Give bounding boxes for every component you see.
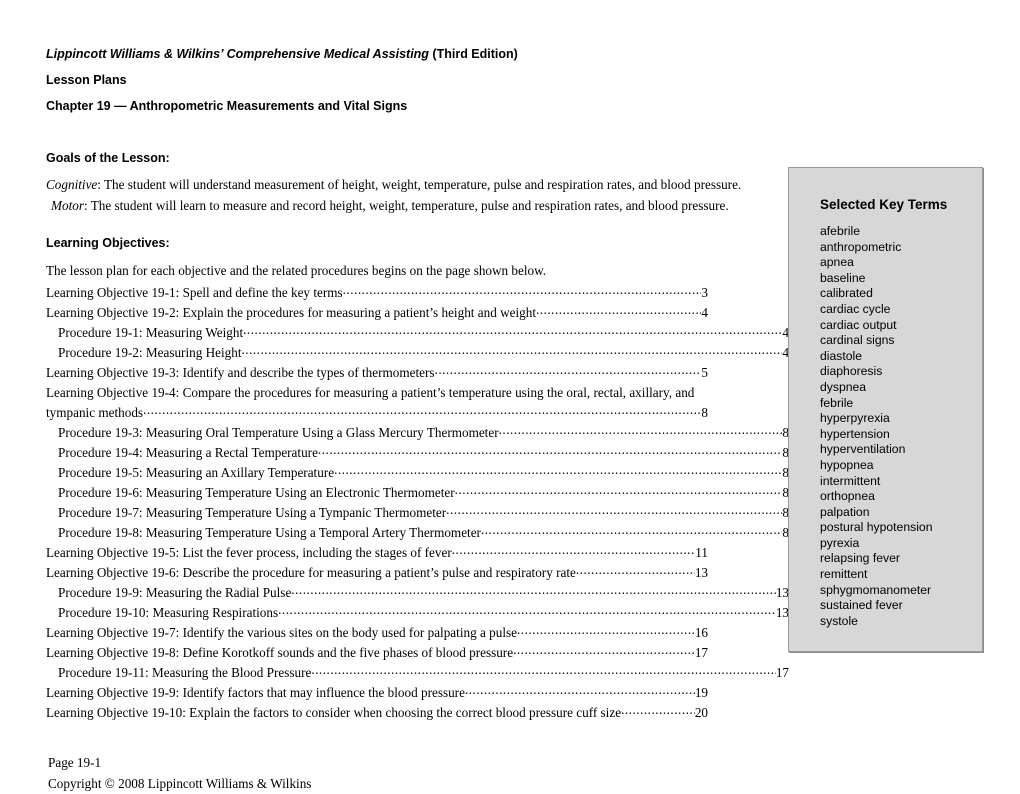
toc-entry-label: Learning Objective 19-7: Identify the va… (46, 625, 517, 640)
key-term: febrile (820, 395, 854, 410)
toc-leader-dots (291, 580, 776, 600)
goal-cognitive-text: : The student will understand measuremen… (97, 177, 742, 192)
toc-leader-dots (241, 340, 782, 360)
toc-entry[interactable]: Learning Objective 19-3: Identify and de… (46, 363, 708, 383)
toc-entry-label: Procedure 19-11: Measuring the Blood Pre… (58, 665, 312, 680)
goal-motor: Motor: The student will learn to measure… (46, 195, 746, 216)
toc-leader-dots (446, 500, 782, 520)
toc-page-number: 11 (695, 545, 708, 560)
toc-leader-dots (576, 560, 695, 580)
key-term: cardiac cycle (820, 301, 891, 316)
book-title: Lippincott Williams & Wilkins’ Comprehen… (46, 47, 429, 61)
goals-heading: Goals of the Lesson: (46, 151, 170, 165)
toc-leader-dots (318, 440, 782, 460)
lesson-plan-page: Lippincott Williams & Wilkins’ Comprehen… (0, 0, 1020, 791)
toc-entry-label: Learning Objective 19-5: List the fever … (46, 545, 452, 560)
key-term: hypopnea (820, 457, 874, 472)
key-term: systole (820, 613, 858, 628)
toc-leader-dots (517, 620, 695, 640)
key-term: apnea (820, 255, 854, 270)
toc-entry-label: Learning Objective 19-3: Identify and de… (46, 365, 435, 380)
toc-entry[interactable]: Learning Objective 19-10: Explain the fa… (46, 703, 708, 723)
key-term: hyperventilation (820, 442, 906, 457)
key-term: hyperpyrexia (820, 411, 890, 426)
key-term: intermittent (820, 473, 881, 488)
goal-motor-label: Motor (51, 198, 84, 213)
key-term: afebrile (820, 224, 860, 238)
key-term: diastole (820, 348, 863, 363)
toc-page-number: 16 (694, 625, 708, 640)
toc-leader-dots (343, 280, 702, 300)
toc-entry[interactable]: Learning Objective 19-4: Compare the pro… (46, 383, 708, 423)
toc-leader-dots (243, 320, 782, 340)
goal-cognitive: Cognitive: The student will understand m… (46, 174, 746, 195)
toc-page-number: 20 (694, 705, 708, 720)
toc-page-number: 17 (775, 665, 789, 680)
learning-objectives-intro: The lesson plan for each objective and t… (46, 263, 547, 278)
toc-leader-dots (452, 540, 696, 560)
goal-motor-text: : The student will learn to measure and … (83, 198, 729, 213)
toc-entry-label-continued: tympanic methods (46, 405, 144, 420)
key-term: diaphoresis (820, 364, 883, 379)
key-term: remittent (820, 567, 868, 582)
toc-entry-label: Learning Objective 19-9: Identify factor… (46, 685, 465, 700)
key-terms-list: afebrile anthropometric apnea baseline calib… (820, 224, 932, 629)
toc-leader-dots (455, 480, 783, 500)
toc-page-number: 5 (701, 365, 708, 380)
toc-leader-dots (536, 300, 701, 320)
toc-entry-label: Procedure 19-1: Measuring Weight (58, 325, 244, 340)
key-term: palpation (820, 504, 870, 519)
key-term: relapsing fever (820, 551, 900, 566)
toc-leader-dots (513, 640, 695, 660)
toc-leader-dots (143, 400, 701, 420)
footer-page-label: Page 19-1 (48, 755, 102, 770)
toc-leader-dots (435, 360, 702, 380)
toc-leader-dots (465, 680, 695, 700)
key-term: sustained fever (820, 598, 903, 613)
goals-body: Cognitive: The student will understand m… (46, 174, 746, 216)
table-of-contents: Learning Objective 19-1: Spell and defin… (46, 280, 789, 723)
book-edition: (Third Edition) (428, 47, 518, 61)
selected-key-terms-box: Selected Key Terms afebrile anthropometri… (788, 167, 983, 652)
learning-objectives-heading: Learning Objectives: (46, 236, 170, 250)
document-header: Lippincott Williams & Wilkins’ Comprehen… (46, 48, 766, 113)
toc-leader-dots (481, 520, 782, 540)
toc-entry-label: Procedure 19-5: Measuring an Axillary Te… (58, 465, 335, 480)
key-term: pyrexia (820, 535, 860, 550)
key-term: cardinal signs (820, 333, 895, 348)
toc-entry-label: Procedure 19-4: Measuring a Rectal Tempe… (58, 445, 318, 460)
toc-entry-label: Learning Objective 19-1: Spell and defin… (46, 285, 343, 300)
toc-leader-dots (278, 600, 776, 620)
key-term: postural hypotension (820, 520, 933, 535)
key-term: dyspnea (820, 379, 867, 394)
toc-leader-dots (334, 460, 782, 480)
toc-entry-label: Learning Objective 19-10: Explain the fa… (46, 705, 622, 720)
toc-page-number: 3 (701, 285, 708, 300)
footer-copyright: Copyright © 2008 Lippincott Williams & W… (48, 776, 312, 791)
document-type: Lesson Plans (46, 72, 127, 87)
key-term: baseline (820, 270, 866, 285)
key-term: orthopnea (820, 489, 875, 504)
goal-cognitive-label: Cognitive (46, 177, 98, 192)
toc-entry-label: Procedure 19-8: Measuring Temperature Us… (58, 525, 481, 540)
toc-leader-dots (621, 700, 695, 720)
toc-entry-label: Procedure 19-10: Measuring Respirations (58, 605, 279, 620)
toc-entry-label: Procedure 19-7: Measuring Temperature Us… (58, 505, 447, 520)
toc-entry-label: Procedure 19-2: Measuring Height (58, 345, 242, 360)
toc-leader-dots (311, 660, 775, 680)
key-term: hypertension (820, 426, 890, 441)
key-term: cardiac output (820, 317, 897, 332)
key-terms-title: Selected Key Terms (820, 197, 948, 212)
key-term: calibrated (820, 286, 873, 301)
book-title-line: Lippincott Williams & Wilkins’ Comprehen… (46, 48, 766, 61)
toc-entry-label: Procedure 19-6: Measuring Temperature Us… (58, 485, 455, 500)
toc-entry-label: Procedure 19-9: Measuring the Radial Pul… (58, 585, 292, 600)
toc-entry[interactable]: Learning Objective 19-9: Identify factor… (46, 683, 708, 703)
toc-page-number: 19 (694, 685, 708, 700)
key-term: anthropometric (820, 239, 902, 254)
key-term: sphygmomanometer (820, 582, 932, 597)
chapter-title: Chapter 19 — Anthropometric Measurements… (46, 99, 408, 113)
toc-leader-dots (499, 420, 783, 440)
